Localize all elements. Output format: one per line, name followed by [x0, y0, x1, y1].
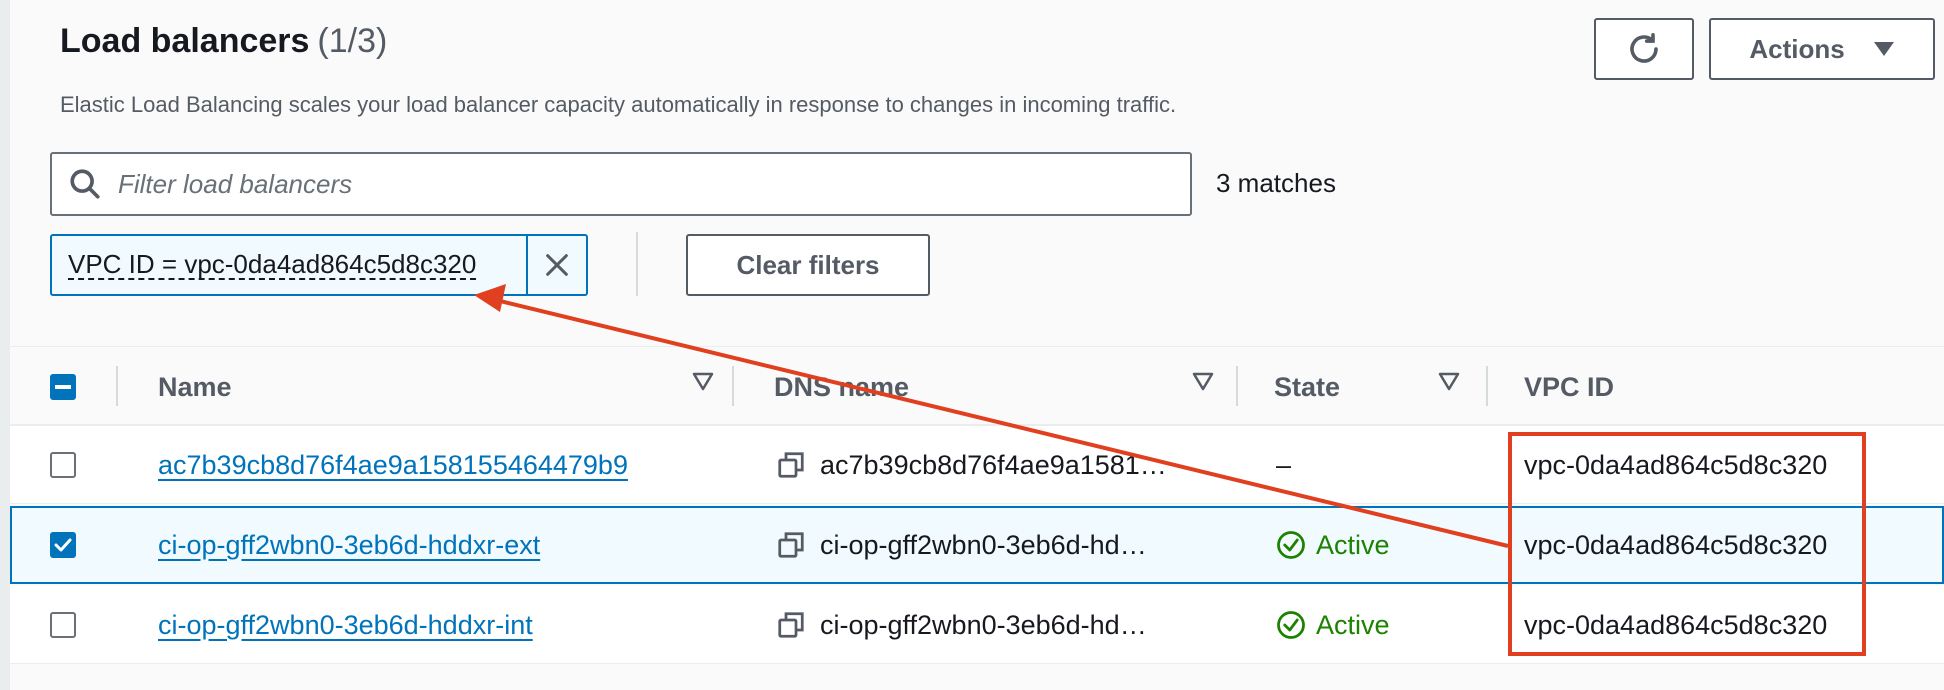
vpc-id-text: vpc-0da4ad864c5d8c320: [1524, 449, 1828, 480]
row-checkbox[interactable]: [50, 532, 76, 558]
page-title-text: Load balancers: [60, 22, 310, 60]
column-header-name[interactable]: Name: [158, 350, 718, 424]
sort-icon[interactable]: [692, 372, 714, 392]
page-title: Load balancers (1/3): [60, 22, 387, 61]
load-balancer-name-link[interactable]: ci-op-gff2wbn0-3eb6d-hddxr-int: [158, 610, 533, 641]
load-balancers-panel: Load balancers (1/3) Elastic Load Balanci…: [0, 0, 1944, 690]
column-header-vpc-id[interactable]: VPC ID: [1524, 350, 1614, 424]
column-header-dns-name[interactable]: DNS name: [774, 350, 1224, 424]
actions-button[interactable]: Actions: [1709, 18, 1935, 80]
filter-token[interactable]: VPC ID = vpc-0da4ad864c5d8c320: [50, 234, 588, 296]
refresh-icon: [1630, 32, 1658, 63]
table-row[interactable]: ac7b39cb8d76f4ae9a158155464479b9 ac7b39c…: [10, 426, 1944, 504]
column-divider: [1486, 366, 1488, 406]
check-circle-icon: [1277, 611, 1305, 639]
check-circle-icon: [1277, 531, 1305, 559]
column-divider: [732, 366, 734, 406]
table-row[interactable]: ci-op-gff2wbn0-3eb6d-hddxr-ext ci-op-gff…: [10, 506, 1944, 584]
selection-count: (1/3): [317, 22, 388, 60]
sort-icon[interactable]: [1438, 372, 1460, 392]
column-divider: [116, 366, 118, 406]
row-checkbox[interactable]: [50, 612, 76, 638]
dns-name-text: ci-op-gff2wbn0-3eb6d-hd…: [820, 529, 1147, 560]
filter-input[interactable]: [116, 167, 1120, 201]
select-all-checkbox-cell[interactable]: [50, 350, 76, 424]
search-icon: [70, 169, 100, 199]
sort-icon[interactable]: [1192, 372, 1214, 392]
column-divider: [1236, 366, 1238, 406]
copy-icon[interactable]: [776, 450, 806, 480]
vpc-id-text: vpc-0da4ad864c5d8c320: [1524, 529, 1828, 560]
filter-divider: [636, 232, 638, 296]
dns-name-text: ac7b39cb8d76f4ae9a1581…: [820, 449, 1167, 480]
status-badge: Active: [1276, 530, 1390, 561]
page-description: Elastic Load Balancing scales your load …: [60, 92, 1177, 117]
match-count: 3 matches: [1216, 168, 1336, 198]
actions-label: Actions: [1749, 33, 1845, 64]
row-checkbox[interactable]: [50, 452, 76, 478]
table-top-divider: [10, 346, 1944, 347]
filter-token-label[interactable]: VPC ID = vpc-0da4ad864c5d8c320: [52, 236, 528, 294]
status-badge: Active: [1276, 610, 1390, 641]
filter-search-box[interactable]: [50, 152, 1192, 216]
checkmark-icon: [54, 538, 72, 552]
vpc-id-text: vpc-0da4ad864c5d8c320: [1524, 609, 1828, 640]
state-text: Active: [1316, 529, 1390, 560]
column-header-state[interactable]: State: [1274, 350, 1474, 424]
copy-icon[interactable]: [776, 530, 806, 560]
refresh-button[interactable]: [1594, 18, 1694, 80]
close-icon: [546, 254, 568, 276]
load-balancer-name-link[interactable]: ci-op-gff2wbn0-3eb6d-hddxr-ext: [158, 530, 540, 561]
table-header: Name DNS name State VPC ID: [10, 350, 1944, 426]
dns-name-text: ci-op-gff2wbn0-3eb6d-hd…: [820, 609, 1147, 640]
select-all-checkbox[interactable]: [50, 374, 76, 400]
caret-down-icon: [1873, 42, 1894, 56]
clear-filters-button[interactable]: Clear filters: [686, 234, 930, 296]
table-row[interactable]: ci-op-gff2wbn0-3eb6d-hddxr-int ci-op-gff…: [10, 586, 1944, 664]
remove-filter-button[interactable]: [528, 236, 586, 294]
copy-icon[interactable]: [776, 610, 806, 640]
load-balancer-name-link[interactable]: ac7b39cb8d76f4ae9a158155464479b9: [158, 450, 628, 481]
state-text: Active: [1316, 609, 1390, 640]
state-text: –: [1276, 449, 1292, 480]
indeterminate-icon: [55, 385, 71, 389]
